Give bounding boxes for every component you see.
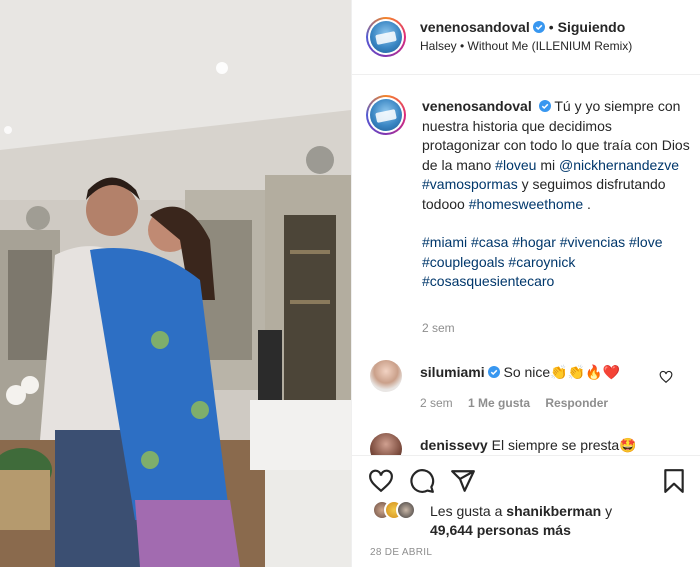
comment-avatar[interactable] [370, 433, 402, 455]
post-caption: venenosandoval Tú y yo siempre con nuest… [422, 97, 692, 292]
mention-link[interactable]: @nickhernandezve [559, 157, 679, 173]
caption-avatar[interactable] [366, 95, 406, 135]
hashtag-link[interactable]: #cosasquesientecaro [422, 273, 554, 289]
comment-body: So nice👏👏🔥❤️ [503, 364, 620, 380]
liker-username[interactable]: shanikberman [506, 503, 601, 519]
post-header: venenosandoval • Siguiendo Halsey • Withou… [352, 0, 700, 75]
liker-avatar [396, 500, 416, 520]
verified-icon [538, 100, 551, 112]
comment-body: El siempre se presta🤩 [491, 437, 637, 453]
liker-avatars[interactable] [372, 500, 416, 522]
comment-likes[interactable]: 1 Me gusta [468, 396, 530, 410]
heart-icon[interactable] [368, 468, 394, 494]
likes-prefix: Les gusta a [430, 503, 503, 519]
hashtag-link[interactable]: #hogar [512, 234, 556, 250]
likes-suffix: y [605, 503, 613, 519]
hashtag-link[interactable]: #loveu [495, 157, 536, 173]
author-avatar[interactable] [366, 17, 406, 57]
comment-avatar[interactable] [370, 360, 402, 392]
comment-text: silumiami So nice👏👏🔥❤️ [420, 364, 620, 381]
caption-text: . [587, 195, 591, 212]
comment-like-icon[interactable] [659, 370, 673, 384]
comments-area[interactable]: venenosandoval Tú y yo siempre con nuest… [352, 75, 700, 455]
author-username[interactable]: venenosandoval [420, 19, 530, 35]
share-icon[interactable] [450, 468, 476, 494]
likes-summary: Les gusta a shanikberman y [430, 503, 612, 519]
verified-icon [532, 21, 545, 33]
hashtag-link[interactable]: #love [629, 234, 662, 250]
bookmark-icon[interactable] [661, 468, 687, 494]
follow-status-button[interactable]: Siguiendo [558, 19, 626, 35]
header-line: venenosandoval • Siguiendo [420, 19, 625, 35]
hashtag-link[interactable]: #homesweethome [469, 196, 583, 212]
music-info[interactable]: Halsey • Without Me (ILLENIUM Remix) [420, 39, 632, 53]
comment-icon[interactable] [409, 468, 435, 494]
post-actions: Les gusta a shanikberman y 49,644 person… [352, 455, 700, 567]
hashtag-link[interactable]: #couplegoals [422, 254, 505, 270]
post-photo[interactable] [0, 0, 351, 567]
post-date[interactable]: 28 DE ABRIL [370, 547, 432, 558]
caption-text: mi [540, 156, 556, 173]
separator-dot: • [548, 19, 554, 35]
hashtag-link[interactable]: #vamospormas [422, 176, 518, 192]
hashtag-link[interactable]: #miami [422, 234, 467, 250]
verified-icon [487, 366, 500, 378]
likes-count: 49,644 [430, 522, 473, 538]
likes-count-suffix: personas más [476, 522, 571, 538]
hashtag-link[interactable]: #vivencias [560, 234, 625, 250]
post-sidebar: venenosandoval • Siguiendo Halsey • Withou… [351, 0, 700, 567]
caption-username[interactable]: venenosandoval [422, 98, 532, 114]
comment-meta: 2 sem 1 Me gusta Responder [420, 396, 620, 410]
comment-text: denissevy El siempre se presta🤩 [420, 437, 637, 454]
likes-count-line[interactable]: 49,644 personas más [430, 522, 571, 538]
reply-button[interactable]: Responder [545, 396, 608, 410]
post-image [0, 0, 351, 567]
comment-username[interactable]: silumiami [420, 364, 485, 380]
hashtag-link[interactable]: #casa [471, 234, 508, 250]
comment-time[interactable]: 2 sem [420, 396, 453, 410]
caption-hashtags: #miami #casa #hogar #vivencias #love #co… [422, 233, 692, 292]
hashtag-link[interactable]: #caroynick [508, 254, 575, 270]
caption-time[interactable]: 2 sem [422, 321, 455, 335]
comment-username[interactable]: denissevy [420, 437, 488, 453]
